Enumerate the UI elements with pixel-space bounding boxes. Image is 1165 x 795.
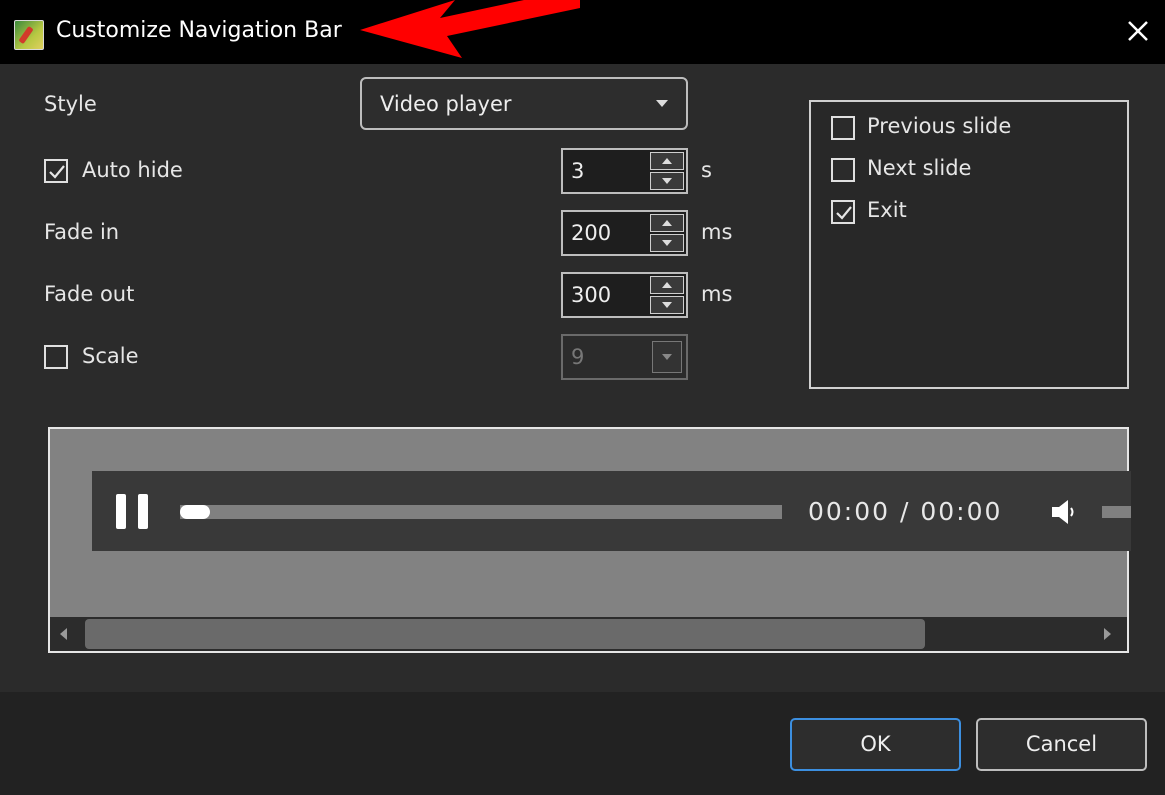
- exit-checkbox[interactable]: [831, 200, 855, 224]
- annotation-arrow-icon: [360, 0, 580, 58]
- increment-button[interactable]: [650, 152, 684, 170]
- decrement-button[interactable]: [650, 172, 684, 190]
- chevron-up-icon: [662, 158, 672, 164]
- check-icon: [836, 206, 852, 220]
- decrement-button[interactable]: [650, 234, 684, 252]
- scale-label: Scale: [82, 344, 139, 368]
- previous-slide-checkbox[interactable]: [831, 116, 855, 140]
- increment-button[interactable]: [650, 214, 684, 232]
- time-display: 00:00 / 00:00: [808, 497, 1003, 526]
- close-icon[interactable]: [1121, 14, 1155, 48]
- fade-in-value: 200: [571, 221, 612, 245]
- next-slide-label: Next slide: [867, 156, 972, 180]
- style-select[interactable]: Video player: [360, 77, 688, 130]
- auto-hide-value: 3: [571, 159, 585, 183]
- style-select-value: Video player: [380, 92, 512, 116]
- title-bar: Customize Navigation Bar: [0, 0, 1165, 64]
- nav-buttons-list: Previous slide Next slide Exit: [809, 100, 1129, 389]
- chevron-up-icon: [662, 282, 672, 288]
- increment-button[interactable]: [650, 276, 684, 294]
- auto-hide-label: Auto hide: [82, 158, 183, 182]
- volume-icon[interactable]: [1050, 499, 1078, 525]
- check-icon: [49, 165, 65, 179]
- fade-in-stepper[interactable]: 200: [561, 210, 688, 256]
- chevron-up-icon: [662, 220, 672, 226]
- pause-icon[interactable]: [116, 494, 150, 529]
- scroll-right-icon[interactable]: [1104, 628, 1111, 640]
- window-title: Customize Navigation Bar: [56, 18, 342, 43]
- scrollbar-thumb[interactable]: [85, 619, 925, 649]
- chevron-down-icon: [662, 178, 672, 184]
- scale-select[interactable]: 9: [561, 334, 688, 380]
- dropdown-button[interactable]: [652, 341, 682, 373]
- next-slide-checkbox[interactable]: [831, 158, 855, 182]
- exit-label: Exit: [867, 198, 907, 222]
- chevron-down-icon: [662, 302, 672, 308]
- scroll-left-icon[interactable]: [60, 628, 67, 640]
- auto-hide-checkbox[interactable]: [44, 159, 68, 183]
- fade-in-unit: ms: [701, 220, 733, 244]
- fade-out-value: 300: [571, 283, 612, 307]
- decrement-button[interactable]: [650, 296, 684, 314]
- scale-checkbox[interactable]: [44, 345, 68, 369]
- fade-out-label: Fade out: [44, 282, 135, 306]
- chevron-down-icon: [656, 100, 668, 107]
- chevron-down-icon: [662, 354, 672, 360]
- previous-slide-label: Previous slide: [867, 114, 1012, 138]
- fade-out-stepper[interactable]: 300: [561, 272, 688, 318]
- style-label: Style: [44, 92, 97, 116]
- chevron-down-icon: [662, 240, 672, 246]
- preview-area: 00:00 / 00:00: [48, 427, 1131, 653]
- fade-in-label: Fade in: [44, 220, 120, 244]
- progress-bar[interactable]: [180, 505, 782, 519]
- fade-out-unit: ms: [701, 282, 733, 306]
- ok-button[interactable]: OK: [790, 718, 961, 771]
- video-player-bar: 00:00 / 00:00: [92, 471, 1131, 551]
- auto-hide-unit: s: [701, 158, 712, 182]
- progress-fill: [180, 505, 211, 519]
- horizontal-scrollbar[interactable]: [50, 617, 1127, 651]
- auto-hide-stepper[interactable]: 3: [561, 148, 688, 194]
- volume-slider[interactable]: [1102, 506, 1131, 518]
- app-icon: [14, 20, 44, 50]
- scale-value: 9: [571, 345, 585, 369]
- cancel-button[interactable]: Cancel: [976, 718, 1147, 771]
